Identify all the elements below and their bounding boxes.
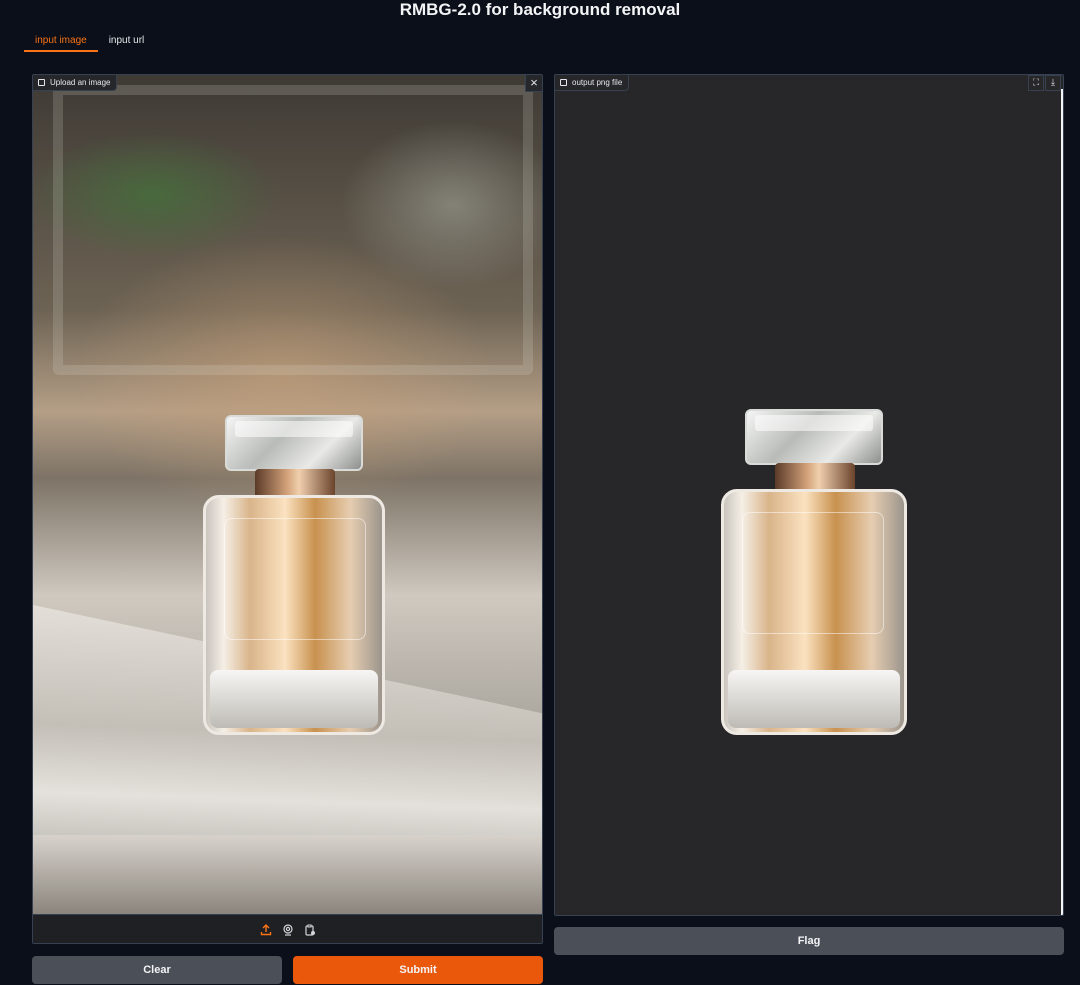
image-icon [560,79,567,86]
input-image-label: Upload an image [33,75,118,91]
page-title: RMBG-2.0 for background removal [399,0,681,19]
perfume-bottle [203,415,385,745]
close-icon[interactable]: × [525,75,542,92]
background-marble [33,835,542,915]
tab-input-image[interactable]: input image [24,30,98,52]
app-page: RMBG-2.0 for background removal input im… [0,0,1080,985]
output-image-label: output png file [555,75,630,91]
image-icon [38,79,45,86]
bottle-body [203,495,385,735]
input-tabs: input image input url [24,30,155,52]
input-image-preview [33,75,542,915]
upload-icon[interactable] [260,923,272,936]
flag-button[interactable]: Flag [554,927,1064,955]
image-source-bar [33,914,542,943]
fullscreen-icon[interactable]: ⛶ [1028,75,1044,91]
clear-button[interactable]: Clear [32,956,282,984]
output-perfume-bottle [721,409,907,745]
bottle-body [721,489,907,735]
input-label-text: Upload an image [50,78,111,87]
webcam-icon[interactable] [282,923,294,936]
bottle-cap [745,409,883,465]
background-window [53,85,533,375]
input-image-panel[interactable]: Upload an image × [32,74,543,944]
download-icon[interactable]: ⤓ [1045,75,1061,91]
clipboard-icon[interactable] [304,923,316,936]
output-label-text: output png file [572,78,623,87]
output-scrollbar[interactable] [1061,89,1063,915]
output-toolbar: ⛶ ⤓ [1028,75,1061,91]
submit-button[interactable]: Submit [293,956,543,984]
output-image-panel: output png file ⛶ ⤓ [554,74,1064,916]
bottle-cap [225,415,363,471]
tab-input-url[interactable]: input url [98,30,156,52]
